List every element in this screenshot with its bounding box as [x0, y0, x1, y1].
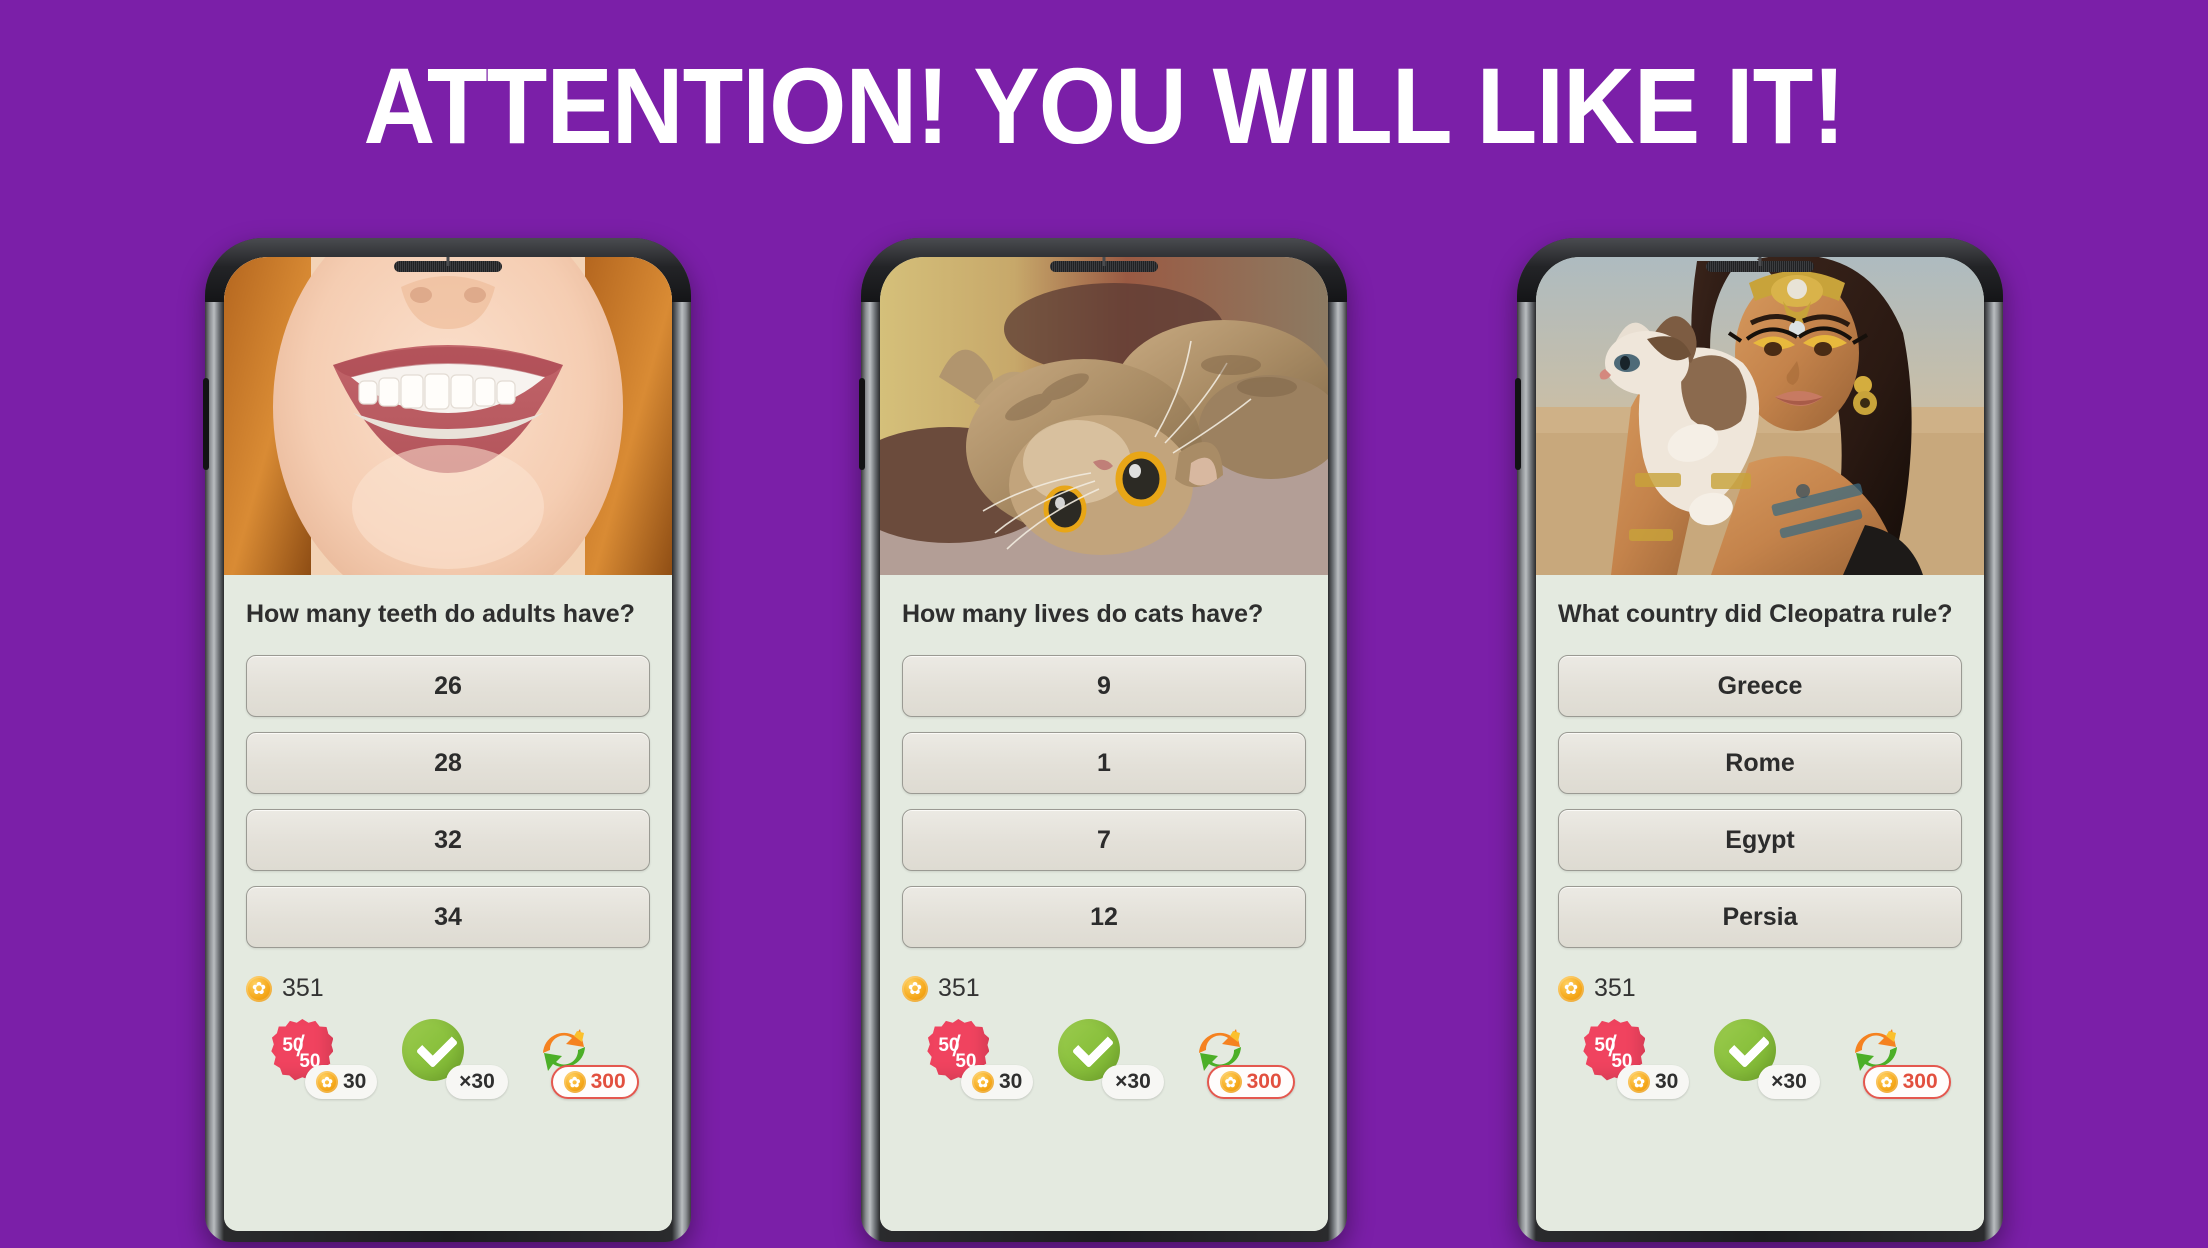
powerup-bar: 50 / 50 ✿ 30 ×30 ✿ 300: [902, 1015, 1306, 1103]
answer-option[interactable]: 1: [902, 732, 1306, 794]
powerup-count: ×30: [459, 1070, 495, 1093]
answer-list: 9 1 7 12: [902, 655, 1306, 948]
phone-screen: What country did Cleopatra rule? Greece …: [1536, 257, 1984, 1231]
coin-count: 351: [282, 974, 324, 1002]
answer-option[interactable]: 32: [246, 809, 650, 871]
powerup-cost-pill[interactable]: ✿ 30: [1616, 1065, 1690, 1099]
answer-option[interactable]: 34: [246, 886, 650, 948]
powerup-cost: 30: [342, 1070, 367, 1093]
question-text: How many lives do cats have?: [902, 600, 1264, 628]
powerup-cost-pill[interactable]: ✿ 30: [960, 1065, 1034, 1099]
answer-option[interactable]: 7: [902, 809, 1306, 871]
powerup-bar: 50 / 50 ✿ 30 ×30 ✿ 300: [1558, 1015, 1962, 1103]
coin-icon: ✿: [1627, 1071, 1650, 1093]
powerup-count-pill[interactable]: ×30: [1757, 1065, 1820, 1099]
question-image-cleopatra: [1536, 257, 1984, 575]
powerup-cost-pill[interactable]: ✿ 300: [1206, 1065, 1295, 1099]
answer-option[interactable]: Rome: [1558, 732, 1962, 794]
phone-side-button[interactable]: [1515, 378, 1521, 470]
phone-side-button[interactable]: [859, 378, 865, 470]
coin-icon: ✿: [1875, 1071, 1898, 1093]
phone-side-button[interactable]: [203, 378, 209, 470]
powerup-count: ×30: [1771, 1070, 1807, 1093]
phone-mockup-3: What country did Cleopatra rule? Greece …: [1515, 238, 2003, 1242]
coin-balance: ✿ 351: [1558, 974, 1962, 1003]
powerup-count: ×30: [1115, 1070, 1151, 1093]
phone-mockup-2: How many lives do cats have? 9 1 7 12 ✿ …: [859, 238, 1347, 1242]
powerup-fifty-fifty[interactable]: 50 / 50 ✿ 30: [1569, 1019, 1690, 1103]
powerup-cost-pill[interactable]: ✿ 300: [550, 1065, 639, 1099]
coin-icon: ✿: [315, 1071, 338, 1093]
quiz-panel: How many lives do cats have? 9 1 7 12 ✿ …: [880, 575, 1328, 1231]
coin-icon: ✿: [246, 975, 272, 1002]
phone-screen: How many lives do cats have? 9 1 7 12 ✿ …: [880, 257, 1328, 1231]
phone-camera-dot: [1102, 257, 1106, 266]
powerup-correct-answer[interactable]: ×30: [1044, 1019, 1164, 1103]
powerup-cost: 300: [590, 1070, 626, 1093]
powerup-cost: 300: [1902, 1070, 1938, 1093]
phone-mockup-1: How many teeth do adults have? 26 28 32 …: [203, 238, 691, 1242]
question-image-teeth: [224, 257, 672, 575]
page-title: ATTENTION! YOU WILL LIKE IT!: [363, 45, 1845, 166]
quiz-panel: How many teeth do adults have? 26 28 32 …: [224, 575, 672, 1231]
powerup-cost: 30: [1654, 1070, 1679, 1093]
powerup-cost-pill[interactable]: ✿ 300: [1862, 1065, 1951, 1099]
powerup-cost: 30: [998, 1070, 1023, 1093]
answer-option[interactable]: 12: [902, 886, 1306, 948]
powerup-count-pill[interactable]: ×30: [445, 1065, 508, 1099]
question-image-cat: [880, 257, 1328, 575]
powerup-bar: 50 / 50 ✿ 30 ×30 ✿ 300: [246, 1015, 650, 1103]
powerup-correct-answer[interactable]: ×30: [388, 1019, 508, 1103]
coin-icon: ✿: [1219, 1071, 1242, 1093]
powerup-skip-question[interactable]: ✿ 300: [519, 1019, 639, 1103]
answer-list: 26 28 32 34: [246, 655, 650, 948]
coin-icon: ✿: [563, 1071, 586, 1093]
question-text: What country did Cleopatra rule?: [1558, 600, 1953, 628]
coin-count: 351: [938, 974, 980, 1002]
powerup-cost: 300: [1246, 1070, 1282, 1093]
coin-icon: ✿: [1558, 975, 1584, 1002]
phone-camera-dot: [1758, 257, 1762, 266]
powerup-skip-question[interactable]: ✿ 300: [1175, 1019, 1295, 1103]
answer-list: Greece Rome Egypt Persia: [1558, 655, 1962, 948]
coin-icon: ✿: [902, 975, 928, 1002]
phone-screen: How many teeth do adults have? 26 28 32 …: [224, 257, 672, 1231]
powerup-fifty-fifty[interactable]: 50 / 50 ✿ 30: [257, 1019, 378, 1103]
answer-option[interactable]: 9: [902, 655, 1306, 717]
answer-option[interactable]: 28: [246, 732, 650, 794]
question-text: How many teeth do adults have?: [246, 600, 635, 628]
coin-balance: ✿ 351: [902, 974, 1306, 1003]
powerup-skip-question[interactable]: ✿ 300: [1831, 1019, 1951, 1103]
powerup-fifty-fifty[interactable]: 50 / 50 ✿ 30: [913, 1019, 1034, 1103]
phone-showcase: How many teeth do adults have? 26 28 32 …: [0, 238, 2208, 1248]
powerup-cost-pill[interactable]: ✿ 30: [304, 1065, 378, 1099]
coin-icon: ✿: [971, 1071, 994, 1093]
answer-option[interactable]: Egypt: [1558, 809, 1962, 871]
powerup-count-pill[interactable]: ×30: [1101, 1065, 1164, 1099]
coin-balance: ✿ 351: [246, 974, 650, 1003]
powerup-correct-answer[interactable]: ×30: [1700, 1019, 1820, 1103]
answer-option[interactable]: Persia: [1558, 886, 1962, 948]
quiz-panel: What country did Cleopatra rule? Greece …: [1536, 575, 1984, 1231]
answer-option[interactable]: 26: [246, 655, 650, 717]
phone-camera-dot: [446, 257, 450, 266]
coin-count: 351: [1594, 974, 1636, 1002]
answer-option[interactable]: Greece: [1558, 655, 1962, 717]
